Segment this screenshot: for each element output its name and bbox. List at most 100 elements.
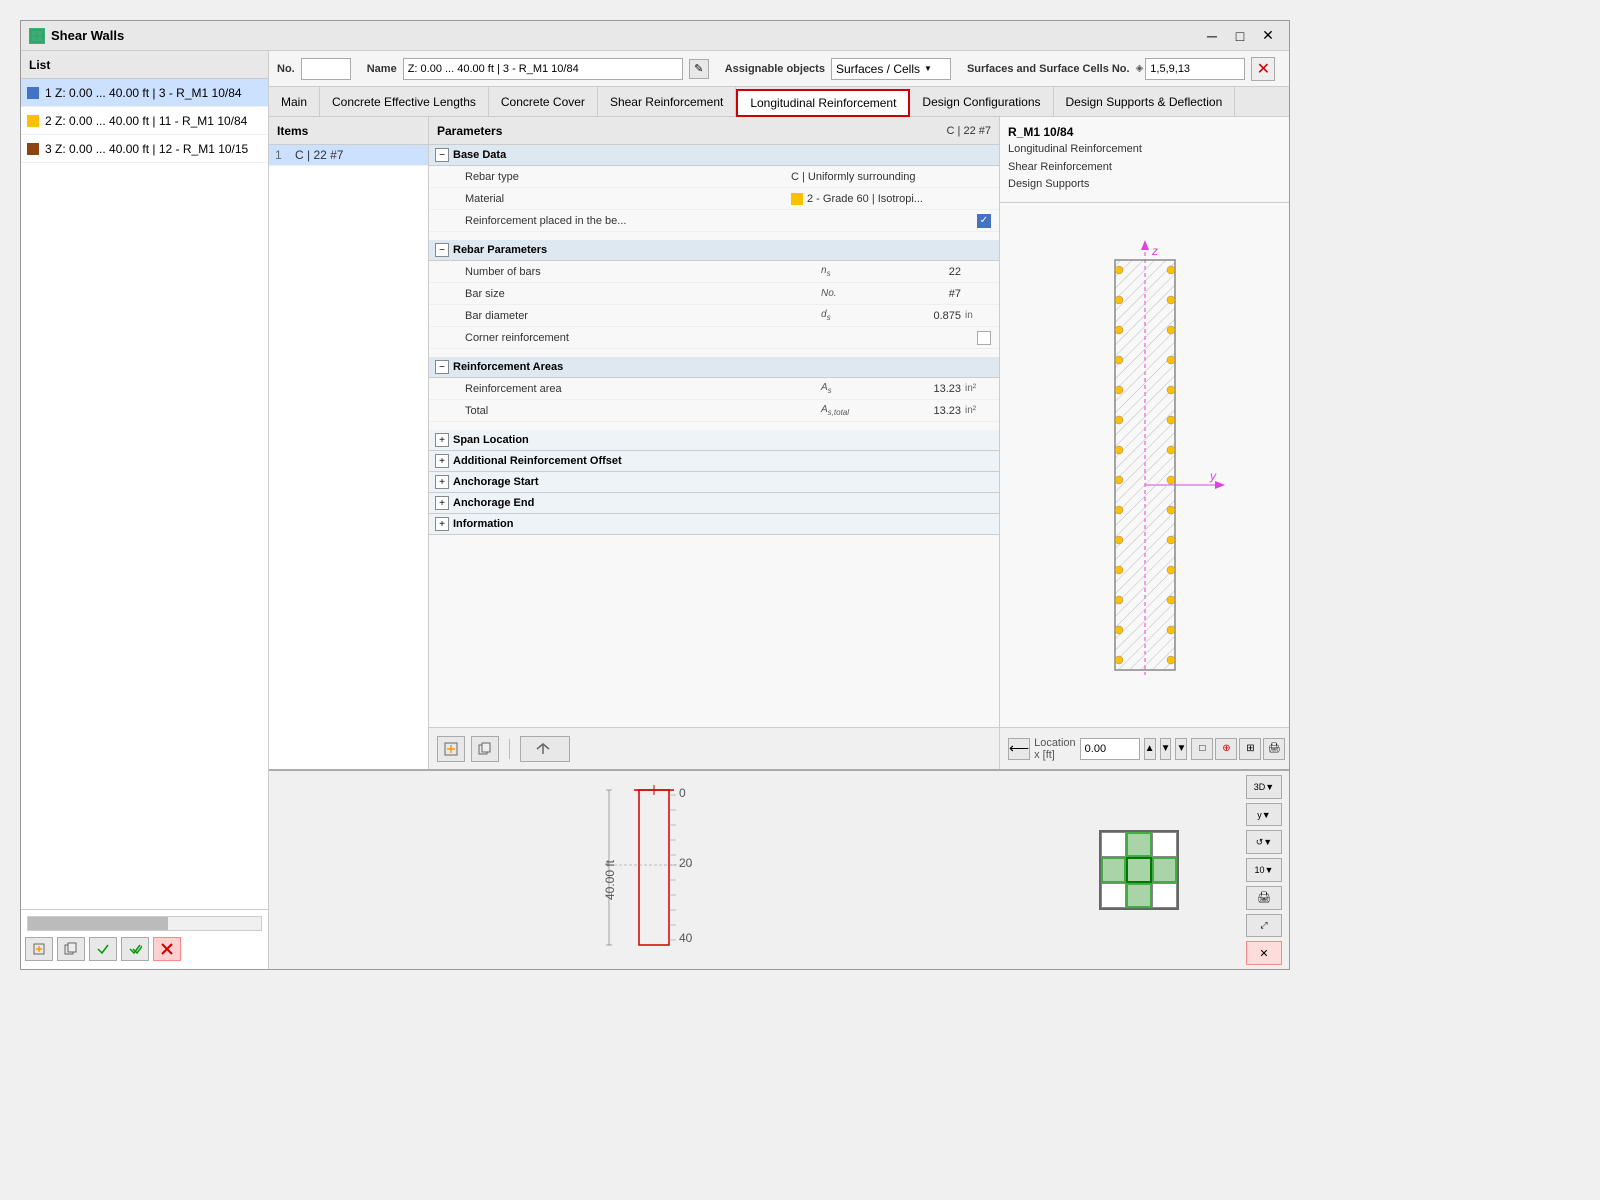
surfaces-close-button[interactable]: ✕ — [1251, 57, 1275, 81]
view-btn-y[interactable]: y▼ — [1246, 803, 1282, 827]
new-item-button[interactable] — [25, 937, 53, 961]
copy-row-button[interactable] — [471, 736, 499, 762]
tab-concrete-effective[interactable]: Concrete Effective Lengths — [320, 87, 489, 117]
svg-text:y: y — [1209, 469, 1217, 483]
footer-separator — [509, 739, 510, 759]
preview-view-buttons: □ ⊕ ⊞ 🖨 — [1191, 738, 1285, 760]
minimize-button[interactable]: ─ — [1199, 25, 1225, 47]
preview-nav-left[interactable]: ⟵ — [1008, 738, 1030, 760]
rebar-params-toggle[interactable]: − — [435, 243, 449, 257]
sidebar-item-1-label: 1 Z: 0.00 ... 40.00 ft | 3 - R_M1 10/84 — [45, 86, 242, 100]
view-btn-rotate[interactable]: ↺▼ — [1246, 830, 1282, 854]
items-row-1[interactable]: 1 C | 22 #7 — [269, 145, 428, 166]
svg-text:0: 0 — [679, 786, 686, 800]
sidebar-actions — [25, 933, 264, 965]
no-group: No. — [277, 58, 351, 80]
preview-line-1: Longitudinal Reinforcement — [1008, 141, 1281, 159]
assignable-dropdown-value: Surfaces / Cells — [836, 62, 920, 76]
items-row-1-val: C | 22 #7 — [295, 148, 343, 162]
check-button-2[interactable] — [121, 937, 149, 961]
tab-design-configurations[interactable]: Design Configurations — [910, 87, 1053, 117]
anchorage-start-section[interactable]: + Anchorage Start — [429, 472, 999, 493]
span-location-section[interactable]: + Span Location — [429, 430, 999, 451]
name-group: Name ✎ — [367, 58, 709, 80]
top-bar: No. Name ✎ Assignable objects Surfaces /… — [269, 51, 1289, 87]
anchorage-end-section[interactable]: + Anchorage End — [429, 493, 999, 514]
rebar-params-section-header[interactable]: − Rebar Parameters — [429, 240, 999, 261]
wall-diagram-svg: z y — [1055, 235, 1235, 695]
tabs-bar: Main Concrete Effective Lengths Concrete… — [269, 87, 1289, 117]
preview-print-button[interactable]: 🖨 — [1263, 738, 1285, 760]
delete-button[interactable] — [153, 937, 181, 961]
anchorage-start-title: Anchorage Start — [453, 476, 539, 488]
total-row: Total As,total 13.23 in² — [429, 400, 999, 422]
preview-view-btn-1[interactable]: □ — [1191, 738, 1213, 760]
sidebar-item-2[interactable]: 2 Z: 0.00 ... 40.00 ft | 11 - R_M1 10/84 — [21, 107, 268, 135]
anchorage-end-toggle[interactable]: + — [435, 496, 449, 510]
tab-main[interactable]: Main — [269, 87, 320, 117]
span-location-toggle[interactable]: + — [435, 433, 449, 447]
preview-panel: R_M1 10/84 Longitudinal Reinforcement Sh… — [999, 117, 1289, 769]
svg-text:20: 20 — [679, 856, 693, 870]
corner-reinforcement-label: Corner reinforcement — [465, 332, 917, 344]
preview-filter-button[interactable]: ▼ — [1175, 738, 1187, 760]
tab-design-supports[interactable]: Design Supports & Deflection — [1054, 87, 1236, 117]
items-header: Items — [269, 117, 428, 145]
view-btn-zoom[interactable]: 10▼ — [1246, 858, 1282, 882]
main-content: List 1 Z: 0.00 ... 40.00 ft | 3 - R_M1 1… — [21, 51, 1289, 969]
svg-text:40: 40 — [679, 931, 693, 945]
num-bars-row: Number of bars ns 22 — [429, 261, 999, 283]
additional-reinf-toggle[interactable]: + — [435, 454, 449, 468]
grid-cell-5 — [1126, 857, 1151, 882]
span-location-title: Span Location — [453, 434, 529, 446]
bar-diameter-row: Bar diameter ds 0.875 in — [429, 305, 999, 327]
location-input[interactable] — [1080, 738, 1140, 760]
no-input[interactable] — [301, 58, 351, 80]
sidebar-item-1[interactable]: 1 Z: 0.00 ... 40.00 ft | 3 - R_M1 10/84 — [21, 79, 268, 107]
sidebar-scrollbar[interactable] — [27, 916, 262, 931]
check-button-1[interactable] — [89, 937, 117, 961]
bottom-right-content — [1099, 830, 1179, 910]
tab-concrete-cover[interactable]: Concrete Cover — [489, 87, 598, 117]
information-toggle[interactable]: + — [435, 517, 449, 531]
grid-cell-7 — [1101, 883, 1126, 908]
grid-cell-2 — [1126, 832, 1151, 857]
maximize-button[interactable]: □ — [1227, 25, 1253, 47]
sidebar-item-3[interactable]: 3 Z: 0.00 ... 40.00 ft | 12 - R_M1 10/15 — [21, 135, 268, 163]
location-down-button[interactable]: ▼ — [1160, 738, 1172, 760]
assignable-dropdown[interactable]: Surfaces / Cells ▼ — [831, 58, 951, 80]
reinf-areas-toggle[interactable]: − — [435, 360, 449, 374]
middle-section: Items 1 C | 22 #7 Parameters C | 22 #7 — [269, 117, 1289, 769]
reinforcement-placed-checkbox[interactable]: ✓ — [977, 214, 991, 228]
reinf-area-symbol: As — [821, 382, 881, 395]
view-btn-close-red[interactable]: ✕ — [1246, 941, 1282, 965]
location-up-button[interactable]: ▲ — [1144, 738, 1156, 760]
surfaces-input[interactable] — [1145, 58, 1245, 80]
preview-view-btn-2[interactable]: ⊕ — [1215, 738, 1237, 760]
base-data-section-header[interactable]: − Base Data — [429, 145, 999, 166]
add-row-button[interactable] — [437, 736, 465, 762]
tab-shear-reinforcement[interactable]: Shear Reinforcement — [598, 87, 736, 117]
base-data-title: Base Data — [453, 149, 506, 161]
name-input[interactable] — [403, 58, 683, 80]
information-section[interactable]: + Information — [429, 514, 999, 535]
view-btn-expand[interactable]: ⤢ — [1246, 914, 1282, 938]
base-data-toggle[interactable]: − — [435, 148, 449, 162]
view-btn-3d[interactable]: 3D▼ — [1246, 775, 1282, 799]
tab-longitudinal-reinforcement[interactable]: Longitudinal Reinforcement — [736, 89, 910, 117]
svg-text:40.00 ft: 40.00 ft — [604, 859, 617, 900]
corner-reinforcement-checkbox[interactable] — [977, 331, 991, 345]
anchorage-start-toggle[interactable]: + — [435, 475, 449, 489]
edit-name-button[interactable]: ✎ — [689, 59, 709, 79]
item-3-color-icon — [27, 143, 39, 155]
reinf-areas-section-header[interactable]: − Reinforcement Areas — [429, 357, 999, 378]
footer-action-button[interactable] — [520, 736, 570, 762]
sidebar-list: 1 Z: 0.00 ... 40.00 ft | 3 - R_M1 10/84 … — [21, 79, 268, 909]
bar-size-label: Bar size — [465, 288, 821, 300]
close-button[interactable]: ✕ — [1255, 25, 1281, 47]
preview-view-btn-3[interactable]: ⊞ — [1239, 738, 1261, 760]
copy-item-button[interactable] — [57, 937, 85, 961]
additional-reinf-section[interactable]: + Additional Reinforcement Offset — [429, 451, 999, 472]
sidebar: List 1 Z: 0.00 ... 40.00 ft | 3 - R_M1 1… — [21, 51, 269, 969]
view-btn-print[interactable]: 🖨 — [1246, 886, 1282, 910]
